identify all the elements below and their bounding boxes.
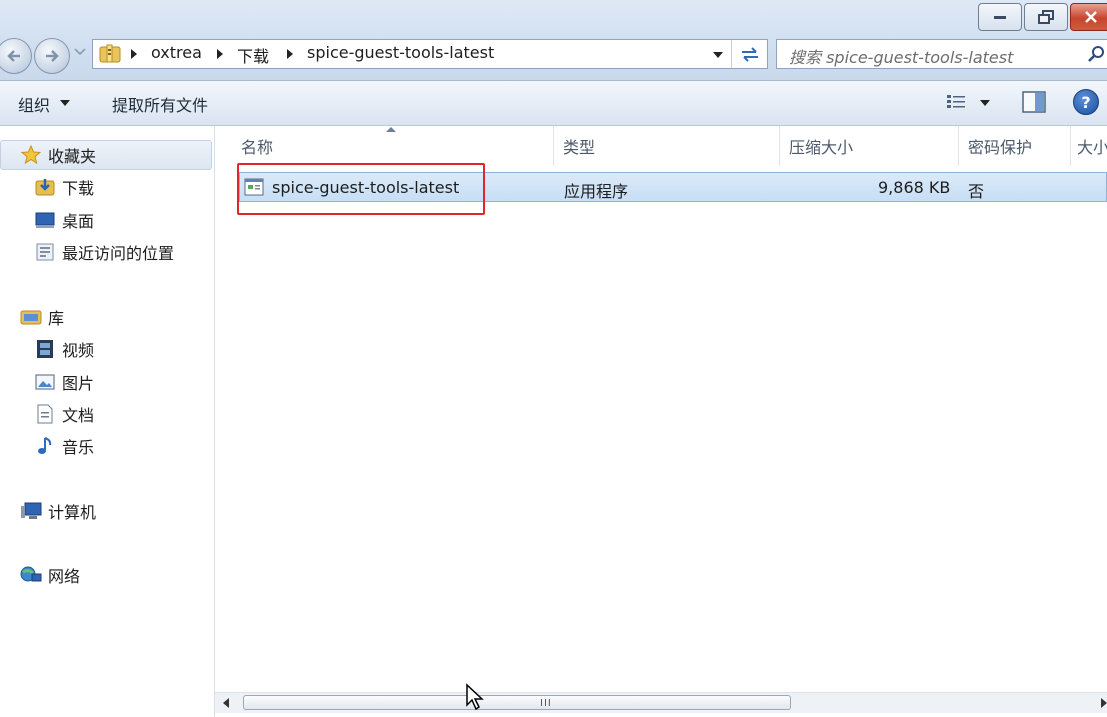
music-icon [34, 436, 56, 456]
minimize-icon [994, 16, 1006, 19]
file-type: 应用程序 [564, 182, 629, 201]
sort-ascending-icon [386, 127, 396, 132]
scroll-right-arrow[interactable] [1101, 698, 1107, 708]
refresh-icon [742, 47, 758, 62]
minimize-button[interactable] [978, 3, 1022, 31]
help-icon[interactable]: ? [1073, 89, 1099, 115]
nav-music[interactable]: 音乐 [34, 433, 94, 459]
command-bar: 组织 提取所有文件 ? [0, 81, 1107, 126]
nav-network[interactable]: 网络 [20, 562, 80, 588]
breadcrumb-separator[interactable] [287, 49, 293, 59]
file-password-protected: 否 [968, 182, 985, 201]
video-icon [34, 339, 56, 359]
file-name[interactable]: spice-guest-tools-latest [272, 178, 459, 197]
nav-label: 收藏夹 [48, 147, 97, 166]
breadcrumb-current-folder[interactable]: spice-guest-tools-latest [307, 43, 494, 62]
column-header-type[interactable]: 类型 [563, 134, 595, 158]
arrow-left-icon [7, 50, 20, 62]
column-divider[interactable] [779, 126, 780, 166]
nav-label: 库 [48, 309, 65, 328]
mouse-cursor-icon [466, 683, 484, 711]
breadcrumb-downloads[interactable]: 下载 [237, 43, 269, 67]
close-icon [1085, 11, 1097, 23]
search-placeholder: 搜索 spice-guest-tools-latest [789, 48, 1014, 67]
pictures-icon [34, 372, 56, 392]
restore-icon [1038, 10, 1054, 24]
scrollbar-grip: III [540, 698, 552, 709]
column-headers: 名称 类型 压缩大小 密码保护 大小 [215, 126, 1107, 166]
nav-recent-places[interactable]: 最近访问的位置 [34, 239, 174, 265]
nav-label: 下载 [62, 179, 95, 198]
nav-label: 网络 [48, 567, 81, 586]
column-header-name[interactable]: 名称 [241, 134, 273, 158]
star-icon [20, 145, 42, 165]
nav-label: 桌面 [62, 212, 95, 231]
address-dropdown-button[interactable] [713, 52, 723, 58]
column-header-password[interactable]: 密码保护 [968, 134, 1032, 158]
recent-pages-button[interactable] [74, 48, 86, 62]
scroll-left-arrow[interactable] [223, 698, 229, 708]
nav-downloads[interactable]: 下载 [34, 174, 94, 200]
nav-label: 图片 [62, 374, 95, 393]
nav-desktop[interactable]: 桌面 [34, 207, 94, 233]
view-options-icon[interactable] [946, 93, 968, 109]
breadcrumb-oxtrea[interactable]: oxtrea [151, 43, 202, 62]
search-icon[interactable] [1087, 45, 1105, 63]
nav-videos[interactable]: 视频 [34, 336, 94, 362]
title-bar: oxtrea 下载 spice-guest-tools-latest 搜索 sp… [0, 0, 1107, 81]
column-divider[interactable] [1070, 126, 1071, 166]
network-icon [20, 565, 42, 585]
preview-pane-icon[interactable] [1022, 91, 1046, 113]
nav-label: 文档 [62, 406, 95, 425]
nav-label: 最近访问的位置 [62, 244, 175, 263]
downloads-folder-icon [34, 177, 56, 197]
nav-label: 计算机 [48, 503, 97, 522]
extract-all-button[interactable]: 提取所有文件 [112, 92, 208, 116]
nav-label: 视频 [62, 341, 95, 360]
close-button[interactable] [1070, 3, 1107, 31]
refresh-button[interactable] [731, 40, 768, 68]
nav-documents[interactable]: 文档 [34, 401, 94, 427]
address-bar[interactable]: oxtrea 下载 spice-guest-tools-latest [92, 39, 768, 69]
chevron-down-icon[interactable] [60, 100, 70, 106]
desktop-icon [34, 210, 56, 230]
library-icon [20, 307, 42, 327]
nav-libraries[interactable]: 库 [20, 304, 64, 330]
nav-pictures[interactable]: 图片 [34, 369, 94, 395]
application-icon [244, 178, 264, 196]
computer-icon [20, 501, 42, 521]
table-row[interactable]: spice-guest-tools-latest 应用程序 9,868 KB 否 [239, 172, 1107, 202]
breadcrumb-separator[interactable] [217, 49, 223, 59]
breadcrumb-separator[interactable] [131, 49, 137, 59]
column-header-compressed-size[interactable]: 压缩大小 [789, 134, 853, 158]
back-button[interactable] [0, 38, 32, 74]
navigation-pane: 收藏夹 下载 桌面 最近访问的位置 库 视频 图片 文档 音乐 计算机 网络 [0, 126, 215, 717]
column-divider[interactable] [553, 126, 554, 166]
search-input[interactable]: 搜索 spice-guest-tools-latest [776, 39, 1107, 69]
folder-zip-icon [99, 44, 121, 63]
restore-button[interactable] [1024, 3, 1068, 31]
column-header-size[interactable]: 大小 [1077, 134, 1107, 158]
nav-favorites[interactable]: 收藏夹 [20, 142, 96, 168]
organize-button[interactable]: 组织 [18, 92, 50, 116]
chevron-down-icon [74, 48, 86, 56]
documents-icon [34, 404, 56, 424]
nav-label: 音乐 [62, 438, 95, 457]
file-list: 名称 类型 压缩大小 密码保护 大小 spice-guest-tools-lat… [215, 126, 1107, 717]
recent-places-icon [34, 242, 56, 262]
scrollbar-thumb[interactable]: III [243, 695, 791, 710]
forward-button[interactable] [34, 38, 70, 74]
column-divider[interactable] [958, 126, 959, 166]
view-dropdown-button[interactable] [980, 100, 990, 106]
file-compressed-size: 9,868 KB [878, 178, 951, 197]
nav-computer[interactable]: 计算机 [20, 498, 96, 524]
arrow-right-icon [46, 50, 59, 62]
horizontal-scrollbar[interactable]: III [215, 692, 1107, 713]
